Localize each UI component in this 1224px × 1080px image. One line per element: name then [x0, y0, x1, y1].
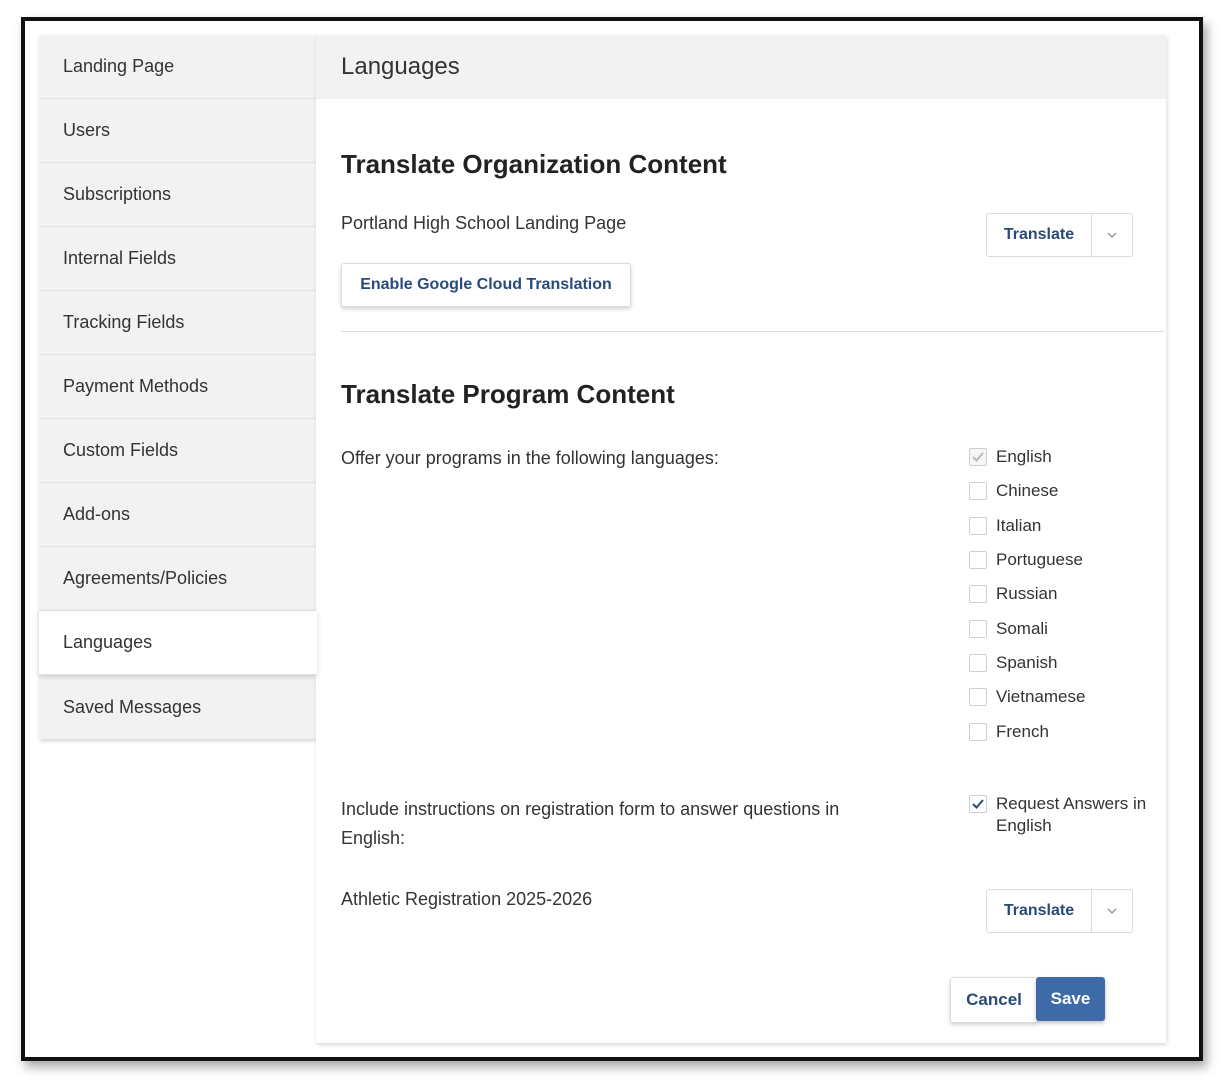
checkbox[interactable]: [969, 585, 987, 604]
program-translate-button[interactable]: Translate: [987, 890, 1092, 932]
request-answers-line-2: English: [996, 816, 1052, 835]
checkbox[interactable]: [969, 795, 987, 813]
checkbox-label: Italian: [996, 515, 1042, 535]
language-option-somali[interactable]: Somali: [969, 611, 1085, 645]
language-option-italian[interactable]: Italian: [969, 509, 1085, 543]
org-item-label: Portland High School Landing Page: [341, 213, 627, 233]
sidebar-item-internal-fields[interactable]: Internal Fields: [39, 227, 316, 291]
sidebar-item-label: Languages: [63, 632, 153, 652]
checkbox[interactable]: [969, 722, 987, 741]
cancel-button[interactable]: Cancel: [950, 977, 1038, 1023]
language-option-spanish[interactable]: Spanish: [969, 646, 1085, 680]
sidebar-item-label: Landing Page: [63, 56, 175, 76]
sidebar-item-landing-page[interactable]: Landing Page: [39, 35, 316, 99]
checkbox[interactable]: [969, 551, 987, 570]
save-label: Save: [1050, 989, 1091, 1008]
checkbox-label: Request Answers in English: [996, 793, 1146, 837]
sidebar-item-label: Tracking Fields: [63, 312, 185, 332]
program-section-heading: Translate Program Content: [341, 379, 675, 409]
language-option-russian[interactable]: Russian: [969, 577, 1085, 611]
sidebar-item-label: Payment Methods: [63, 376, 209, 396]
languages-panel: Languages Translate Organization Content…: [316, 35, 1166, 1043]
org-section-heading: Translate Organization Content: [341, 149, 727, 179]
sidebar-item-agreements-policies[interactable]: Agreements/Policies: [39, 547, 316, 611]
sidebar-item-custom-fields[interactable]: Custom Fields: [39, 419, 316, 483]
sidebar-item-label: Subscriptions: [63, 184, 172, 204]
sidebar-item-saved-messages[interactable]: Saved Messages: [39, 675, 316, 739]
checkbox-label: Portuguese: [996, 550, 1083, 570]
page-title-bar: Languages: [316, 35, 1166, 99]
program-translate-dropdown[interactable]: [1092, 890, 1132, 932]
sidebar-item-label: Add-ons: [63, 504, 131, 524]
language-checkbox-list: English Chinese Italian Portuguese Russi…: [969, 440, 1085, 749]
language-option-portuguese[interactable]: Portuguese: [969, 543, 1085, 577]
program-item-label: Athletic Registration 2025-2026: [341, 889, 593, 909]
enable-google-translation-button[interactable]: Enable Google Cloud Translation: [341, 263, 631, 307]
translate-label: Translate: [1003, 226, 1075, 243]
checkbox[interactable]: [969, 482, 987, 501]
offer-languages-label: Offer your programs in the following lan…: [341, 448, 719, 468]
checkbox-label: Russian: [996, 584, 1058, 604]
sidebar-item-label: Saved Messages: [63, 696, 202, 717]
page-title: Languages: [341, 53, 460, 80]
request-answers-option[interactable]: Request Answers in English: [969, 793, 1146, 837]
instructions-label: Include instructions on registration for…: [341, 799, 840, 848]
program-translate-split-button: Translate: [986, 889, 1133, 933]
checkbox[interactable]: [969, 653, 987, 672]
sidebar-item-label: Users: [63, 120, 111, 140]
sidebar-item-users[interactable]: Users: [39, 99, 316, 163]
checkbox-label: Spanish: [996, 652, 1058, 672]
checkbox-label: English: [996, 447, 1052, 467]
checkbox[interactable]: [969, 516, 987, 535]
language-option-french[interactable]: French: [969, 714, 1085, 748]
sidebar-item-label: Internal Fields: [63, 248, 177, 268]
checkbox-label: Chinese: [996, 481, 1059, 501]
language-option-chinese[interactable]: Chinese: [969, 474, 1085, 508]
settings-sidebar: Landing Page Users Subscriptions Interna…: [39, 35, 317, 739]
sidebar-item-payment-methods[interactable]: Payment Methods: [39, 355, 316, 419]
language-option-vietnamese[interactable]: Vietnamese: [969, 680, 1085, 714]
sidebar-item-label: Custom Fields: [63, 440, 179, 460]
language-option-english[interactable]: English: [969, 440, 1085, 474]
org-translate-button[interactable]: Translate: [987, 214, 1092, 256]
checkbox[interactable]: [969, 619, 987, 638]
chevron-down-icon: [1106, 226, 1118, 244]
checkbox[interactable]: [969, 448, 987, 467]
sidebar-item-add-ons[interactable]: Add-ons: [39, 483, 316, 547]
org-translate-split-button: Translate: [986, 213, 1133, 257]
org-translate-dropdown[interactable]: [1092, 214, 1132, 256]
sidebar-item-subscriptions[interactable]: Subscriptions: [39, 163, 316, 227]
checkbox-label: Vietnamese: [996, 687, 1086, 707]
request-answers-line-1: Request Answers in: [996, 794, 1147, 813]
section-divider: [341, 331, 1165, 332]
sidebar-item-label: Agreements/Policies: [63, 568, 228, 588]
translate-label: Translate: [1003, 902, 1075, 919]
chevron-down-icon: [1106, 902, 1118, 920]
cancel-label: Cancel: [966, 990, 1022, 1009]
checkbox[interactable]: [969, 688, 987, 707]
sidebar-item-languages[interactable]: Languages: [39, 611, 317, 675]
enable-google-label: Enable Google Cloud Translation: [360, 276, 612, 293]
settings-window: Landing Page Users Subscriptions Interna…: [21, 17, 1203, 1061]
checkbox-label: Somali: [996, 618, 1048, 638]
checkbox-label: French: [996, 721, 1049, 741]
save-button[interactable]: Save: [1036, 977, 1105, 1021]
sidebar-item-tracking-fields[interactable]: Tracking Fields: [39, 291, 316, 355]
